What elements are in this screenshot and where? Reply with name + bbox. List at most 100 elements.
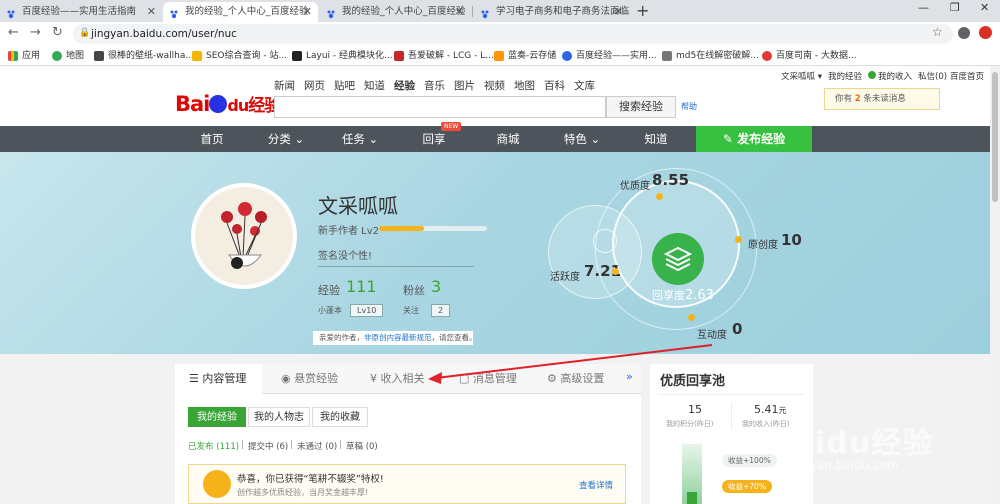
paw-icon bbox=[562, 51, 572, 61]
notice-post: 条未读消息 bbox=[863, 94, 906, 104]
baidu-home-link[interactable]: 百度首页 bbox=[950, 70, 984, 82]
bookmark-item[interactable]: 百度司南 - 大数据... bbox=[762, 49, 857, 63]
nav-mall[interactable]: 商城 bbox=[471, 126, 545, 152]
rank-label: 小蓬本 bbox=[318, 306, 342, 315]
filter-drafts[interactable]: 草稿 (0) bbox=[346, 440, 378, 452]
logo-du: du bbox=[227, 96, 249, 115]
bookmark-item[interactable]: 吾爱破解 - LCG - L... bbox=[394, 49, 494, 63]
my-income-link[interactable]: 我的收入 bbox=[868, 70, 912, 82]
close-icon[interactable]: ✕ bbox=[455, 2, 464, 22]
profile-icon[interactable] bbox=[958, 27, 970, 39]
bookmark-item[interactable]: 蓝奏-云存储 bbox=[494, 49, 556, 63]
tab-messages[interactable]: ▢ 消息管理 bbox=[459, 370, 517, 386]
close-icon[interactable]: ✕ bbox=[303, 2, 312, 22]
filter-rejected[interactable]: 未通过 (0) bbox=[297, 440, 337, 452]
close-icon[interactable]: ✕ bbox=[614, 2, 623, 22]
bookmark-apps[interactable]: 应用 bbox=[8, 49, 40, 63]
tabs-more-button[interactable]: » bbox=[626, 370, 633, 383]
tab-bounty[interactable]: ◉ 悬赏经验 bbox=[281, 370, 338, 386]
help-link[interactable]: 帮助 bbox=[681, 101, 697, 112]
bookmark-item[interactable]: 百度经验——实用... bbox=[562, 49, 657, 63]
topnav-zhidao[interactable]: 知道 bbox=[364, 78, 385, 93]
scrollbar-thumb[interactable] bbox=[992, 72, 998, 202]
topnav-tieba[interactable]: 贴吧 bbox=[334, 78, 355, 93]
follow-badge[interactable]: 2 bbox=[431, 304, 451, 317]
apps-icon bbox=[8, 51, 18, 61]
nav-category[interactable]: 分类 ⌄ bbox=[249, 126, 323, 152]
close-icon[interactable]: ✕ bbox=[147, 2, 156, 22]
browser-tab[interactable]: 我的经验_个人中心_百度经验 ✕ bbox=[320, 2, 470, 22]
topnav-images[interactable]: 图片 bbox=[454, 78, 475, 93]
bookmark-item[interactable]: SEO综合查询 - 站... bbox=[192, 49, 287, 63]
browser-tab[interactable]: 学习电子商务和电子商务法面临... ✕ bbox=[474, 2, 629, 22]
browser-tab-active[interactable]: 我的经验_个人中心_百度经验 ✕ bbox=[163, 2, 318, 22]
bookmark-item[interactable]: md5在线解密破解... bbox=[662, 49, 759, 63]
tab-content-mgmt[interactable]: ☰ 内容管理 bbox=[189, 370, 246, 386]
exp-value[interactable]: 111 bbox=[346, 277, 377, 296]
forward-icon[interactable]: → bbox=[30, 25, 41, 40]
new-tab-icon[interactable]: + bbox=[636, 1, 649, 20]
nav-tasks[interactable]: 任务 ⌄ bbox=[323, 126, 397, 152]
bookmark-item[interactable]: 地图 bbox=[52, 49, 84, 63]
user-name: 文采呱呱 bbox=[781, 72, 816, 82]
avatar[interactable] bbox=[191, 183, 297, 289]
subtab-my-profile[interactable]: 我的人物志 bbox=[248, 407, 310, 427]
publish-button[interactable]: ✎ 发布经验 bbox=[696, 126, 812, 152]
bookmark-item[interactable]: 很棒的壁纸-wallha... bbox=[94, 49, 194, 63]
my-jingyan-link[interactable]: 我的经验 bbox=[828, 70, 862, 82]
topnav-map[interactable]: 地图 bbox=[514, 78, 535, 93]
bookmark-label: SEO综合查询 - 站... bbox=[206, 51, 288, 61]
tip-link[interactable]: 非原创内容最新规范 bbox=[364, 333, 432, 342]
subtab-my-favorites[interactable]: 我的收藏 bbox=[312, 407, 368, 427]
fans-value[interactable]: 3 bbox=[431, 277, 441, 296]
filter-published[interactable]: 已发布 (111) bbox=[188, 440, 239, 452]
browser-tab[interactable]: 百度经验——实用生活指南 ✕ bbox=[0, 2, 162, 22]
nav-featured-label: 特色 bbox=[563, 132, 587, 146]
topnav-wenku[interactable]: 文库 bbox=[574, 78, 595, 93]
topnav-jingyan[interactable]: 经验 bbox=[394, 78, 415, 93]
paw-icon bbox=[326, 7, 336, 19]
new-badge: NEW bbox=[441, 122, 462, 131]
url-field[interactable]: 🔒 jingyan.baidu.com/user/nuc bbox=[73, 24, 953, 44]
baidu-watermark: Baidu经验 bbox=[770, 418, 933, 462]
income-value: 5.41元 bbox=[754, 403, 787, 416]
bookmark-item[interactable]: Layui - 经典模块化... bbox=[292, 49, 393, 63]
topnav-video[interactable]: 视频 bbox=[484, 78, 505, 93]
bookmark-label: 蓝奏-云存储 bbox=[508, 51, 557, 61]
tab-income[interactable]: ¥ 收入相关 bbox=[370, 370, 425, 386]
points-value: 15 bbox=[688, 403, 702, 416]
nav-zhidao[interactable]: 知道 bbox=[619, 126, 693, 152]
nav-home[interactable]: 首页 bbox=[175, 126, 249, 152]
tab-divider bbox=[262, 393, 641, 394]
minimize-icon[interactable]: — bbox=[918, 1, 929, 14]
layui-icon bbox=[292, 51, 302, 61]
reload-icon[interactable]: ↻ bbox=[52, 25, 63, 40]
share-label: 回享度 bbox=[652, 289, 685, 302]
search-input[interactable] bbox=[274, 96, 606, 118]
close-window-icon[interactable]: ✕ bbox=[980, 1, 989, 14]
baidu-jingyan-logo[interactable]: Bai du经验 bbox=[175, 91, 281, 116]
unread-notice[interactable]: 你有 2 条未读消息 bbox=[824, 88, 940, 110]
tab-title: 学习电子商务和电子商务法面临... bbox=[496, 6, 629, 17]
star-icon[interactable]: ☆ bbox=[932, 25, 943, 39]
tip-pre: 亲爱的作者， bbox=[319, 333, 364, 342]
restore-icon[interactable]: ❐ bbox=[950, 1, 960, 14]
filter-submitting[interactable]: 提交中 (6) bbox=[248, 440, 288, 452]
tab-label: 悬赏经验 bbox=[294, 372, 339, 385]
messages-link[interactable]: 私信(0) bbox=[918, 70, 947, 82]
user-menu[interactable]: 文采呱呱 ▾ bbox=[781, 70, 822, 82]
award-details-link[interactable]: 查看详情 bbox=[579, 479, 613, 491]
income-amount: 5.41 bbox=[754, 403, 779, 416]
pool-bar-fill bbox=[687, 492, 697, 504]
topnav-music[interactable]: 音乐 bbox=[424, 78, 445, 93]
subtab-my-jingyan[interactable]: 我的经验 bbox=[188, 407, 246, 427]
tab-advanced[interactable]: ⚙ 高级设置 bbox=[547, 370, 604, 386]
author-tip: 亲爱的作者，非原创内容最新规范，请您查看。 bbox=[313, 331, 477, 345]
back-icon[interactable]: ← bbox=[8, 25, 19, 40]
topnav-web[interactable]: 网页 bbox=[304, 78, 325, 93]
topnav-baike[interactable]: 百科 bbox=[544, 78, 565, 93]
search-button[interactable]: 搜索经验 bbox=[606, 96, 676, 118]
signature[interactable]: 签名没个性! bbox=[318, 247, 474, 267]
extension-icon[interactable] bbox=[979, 26, 992, 39]
nav-featured[interactable]: 特色 ⌄ bbox=[545, 126, 619, 152]
